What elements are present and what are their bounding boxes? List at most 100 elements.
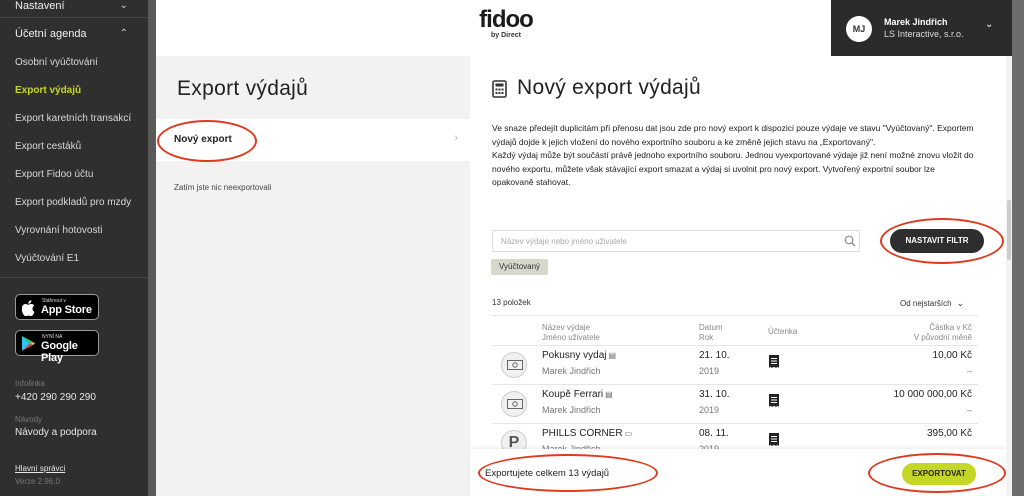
- scrollbar-thumb[interactable]: [1007, 200, 1011, 260]
- sidebar-item-export-expenses[interactable]: Export výdajů: [0, 85, 148, 96]
- sidebar-item-export-payroll[interactable]: Export podkladů pro mzdy: [0, 197, 148, 208]
- expense-amount: 395,00 Kč: [926, 428, 972, 439]
- divider: [492, 384, 978, 385]
- sidebar-item-label: Export výdajů: [15, 85, 82, 96]
- divider: [492, 315, 978, 316]
- guides-caption: Návody: [15, 415, 43, 424]
- divider: [0, 17, 148, 18]
- sidebar-item-label: Export cestáků: [15, 141, 82, 152]
- app-store-button[interactable]: Stáhnout v App Store: [15, 294, 99, 320]
- hotline-number[interactable]: +420 290 290 290: [15, 392, 96, 403]
- sidebar-settings[interactable]: Nastavení ⌄: [0, 0, 148, 12]
- cash-icon: [501, 352, 527, 378]
- sidebar-item-personal-settlement[interactable]: Osobní vyúčtování: [0, 57, 148, 68]
- annotation-ring: [478, 454, 658, 492]
- divider: [492, 345, 978, 346]
- expense-user: Marek Jindřich: [542, 366, 601, 376]
- expense-amount: 10,00 Kč: [932, 350, 972, 361]
- sidebar-item-label: Export karetních transakcí: [15, 113, 132, 124]
- receipt-icon[interactable]: [769, 394, 779, 407]
- search-icon[interactable]: [844, 235, 856, 247]
- receipt-icon[interactable]: [769, 355, 779, 368]
- cash-icon: [501, 391, 527, 417]
- column-header-name[interactable]: Název výdaje Jméno uživatele: [542, 323, 600, 343]
- expense-year: 2019: [699, 405, 720, 415]
- sort-label: Od nejstarších: [900, 299, 952, 308]
- description-paragraph-1: Ve snaze předejít duplicitám při přenosu…: [492, 123, 974, 147]
- chevron-up-icon: ⌃: [119, 28, 128, 39]
- expense-name-text: Koupě Ferrari: [542, 389, 604, 400]
- column-header-amount-line2: V původní měně: [913, 333, 972, 342]
- expense-original-amount: –: [966, 405, 972, 415]
- chevron-right-icon: ›: [454, 132, 458, 144]
- cash-icon: ▤: [608, 351, 617, 360]
- status-filter-chip[interactable]: Vyúčtovaný: [491, 259, 549, 275]
- cash-icon: ▤: [605, 390, 613, 399]
- chevron-down-icon: ⌄: [119, 0, 128, 11]
- sidebar-item-label: Vyrovnání hotovosti: [15, 225, 103, 236]
- expense-name: Koupě Ferrari ▤: [542, 389, 613, 400]
- sidebar-item-export-travel[interactable]: Export cestáků: [0, 141, 148, 152]
- fidoo-logo[interactable]: fidoo by Direct: [476, 6, 536, 40]
- expense-name: Pokusny vydaj ▤: [542, 350, 616, 361]
- receipt-icon[interactable]: [769, 433, 779, 446]
- calculator-icon: [492, 80, 507, 98]
- expense-original-amount: –: [966, 366, 972, 376]
- expense-name-text: PHILLS CORNER: [542, 428, 623, 439]
- search-placeholder: Název výdaje nebo jméno uživatele: [501, 237, 627, 246]
- page-title: Export výdajů: [177, 77, 309, 100]
- expense-user: Marek Jindřich: [542, 405, 601, 415]
- user-company: LS Interactive, s.r.o.: [884, 29, 964, 39]
- chevron-down-icon: ⌄: [985, 19, 994, 30]
- user-menu[interactable]: MJ Marek Jindřich LS Interactive, s.r.o.…: [831, 0, 1006, 56]
- table-row[interactable]: Pokusny vydaj ▤ Marek Jindřich 21. 10. 20…: [492, 348, 978, 385]
- sidebar-item-cash-settlement[interactable]: Vyrovnání hotovosti: [0, 225, 148, 236]
- expense-amount: 10 000 000,00 Kč: [893, 389, 972, 400]
- google-play-button[interactable]: NYNÍ NA Google Play: [15, 330, 99, 364]
- card-icon: ▭: [624, 429, 633, 438]
- column-header-amount-line1: Částka v Kč: [929, 323, 972, 332]
- expense-name-text: Pokusny vydaj: [542, 350, 607, 361]
- column-header-date[interactable]: Datum Rok: [699, 323, 723, 343]
- search-input[interactable]: Název výdaje nebo jméno uživatele: [492, 230, 860, 252]
- table-row[interactable]: Koupě Ferrari ▤ Marek Jindřich 31. 10. 20…: [492, 387, 978, 424]
- logo-subtext: by Direct: [491, 32, 521, 39]
- annotation-ring: [157, 120, 257, 162]
- google-play-label: Google Play: [41, 340, 78, 364]
- sidebar-item-label: Osobní vyúčtování: [15, 57, 98, 68]
- admins-link[interactable]: Hlavní správci: [15, 464, 65, 473]
- expense-name: PHILLS CORNER ▭: [542, 428, 632, 439]
- sidebar-section-label: Účetní agenda: [15, 28, 87, 40]
- column-header-receipt[interactable]: Účtenka: [768, 327, 797, 337]
- expense-date: 21. 10.: [699, 350, 730, 361]
- window-edge: [1012, 0, 1024, 496]
- expense-year: 2019: [699, 366, 720, 376]
- sidebar-item-label: Export podkladů pro mzdy: [15, 197, 132, 208]
- app-version: Verze 2.96.0: [15, 477, 60, 486]
- sidebar-item-export-card-transactions[interactable]: Export karetních transakcí: [0, 113, 148, 124]
- item-count: 13 položek: [492, 298, 531, 307]
- sidebar-section-accounting[interactable]: Účetní agenda ⌃: [0, 28, 148, 40]
- apple-icon: [22, 300, 35, 316]
- sidebar-item-settlement-e1[interactable]: Vyúčtování E1: [0, 253, 148, 264]
- column-header-amount[interactable]: Částka v Kč V původní měně: [914, 323, 972, 343]
- guides-link[interactable]: Návody a podpora: [15, 427, 97, 438]
- empty-state-text: Zatím jste nic neexportovali: [174, 183, 272, 192]
- app-window: { "sidebar": { "settings_label": "Nastav…: [0, 0, 1024, 496]
- expense-date: 08. 11.: [699, 428, 729, 439]
- hotline-caption: Infolinka: [15, 379, 45, 388]
- google-play-icon: [22, 336, 35, 351]
- description-paragraph-2: Každý výdaj může být součástí právě jedn…: [492, 150, 974, 187]
- chevron-down-icon: ⌄: [956, 298, 965, 308]
- sidebar-item-export-fidoo-account[interactable]: Export Fidoo účtu: [0, 169, 148, 180]
- column-header-date-line1: Datum: [699, 323, 723, 332]
- expense-date: 31. 10.: [699, 389, 730, 400]
- sidebar-settings-label: Nastavení: [15, 0, 65, 12]
- logo-text: fidoo: [479, 6, 534, 33]
- column-header-name-line1: Název výdaje: [542, 323, 591, 332]
- column-header-date-line2: Rok: [699, 333, 714, 342]
- sort-dropdown[interactable]: Od nejstarších ⌄: [900, 298, 964, 309]
- divider: [492, 423, 978, 424]
- annotation-ring: [868, 453, 1006, 493]
- divider: [0, 277, 148, 278]
